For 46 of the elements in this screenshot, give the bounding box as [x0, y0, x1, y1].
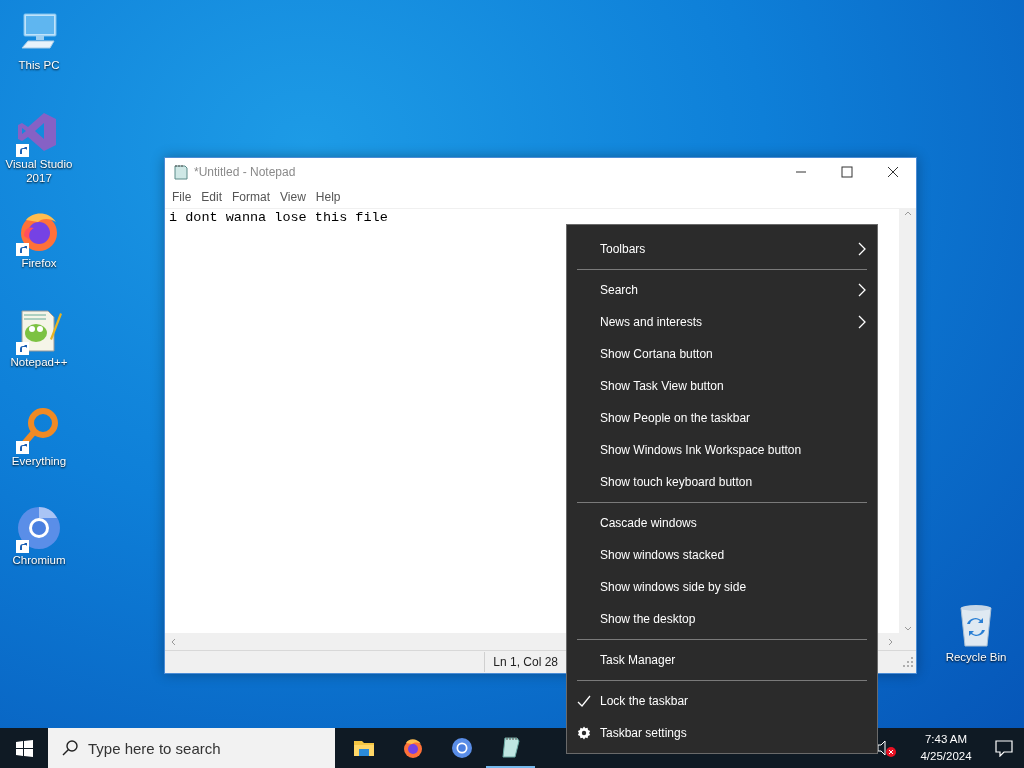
- chromium-ring-icon: [449, 736, 474, 760]
- desktop-icon-label[interactable]: Everything: [1, 454, 77, 468]
- search-field[interactable]: Type here to search: [48, 728, 335, 768]
- speaker-muted-icon[interactable]: [876, 738, 898, 758]
- menu-item[interactable]: Show Cortana button: [567, 338, 877, 370]
- menu-item[interactable]: View: [275, 190, 311, 204]
- close-icon[interactable]: [887, 166, 899, 178]
- menu-item[interactable]: Help: [310, 190, 346, 204]
- notification-icon[interactable]: [995, 739, 1013, 757]
- chevron-right-icon: [857, 242, 867, 256]
- notepad-icon: [173, 164, 189, 180]
- chevron-right-icon: [857, 283, 867, 297]
- windows-logo-icon[interactable]: [15, 739, 33, 757]
- menu-item[interactable]: Lock the taskbar: [567, 685, 877, 717]
- menu-item[interactable]: Show People on the taskbar: [567, 402, 877, 434]
- search-icon: [61, 739, 79, 757]
- menu-item[interactable]: Cascade windows: [567, 507, 877, 539]
- clock-date[interactable]: 4/25/2024: [920, 748, 972, 765]
- desktop-icon-label[interactable]: Notepad++: [1, 355, 77, 369]
- menu-item[interactable]: Show Task View button: [567, 370, 877, 402]
- menu-item[interactable]: Show touch keyboard button: [567, 466, 877, 498]
- menu-item[interactable]: Task Manager: [567, 644, 877, 676]
- menu-item[interactable]: Search: [567, 274, 877, 306]
- menu-item[interactable]: Show the desktop: [567, 603, 877, 635]
- menu-item[interactable]: File: [167, 190, 197, 204]
- window-title: *Untitled - Notepad: [194, 165, 297, 179]
- desktop-icon-label[interactable]: Chromium: [1, 553, 77, 567]
- menu-item[interactable]: Format: [227, 190, 276, 204]
- chevron-right-icon: [857, 315, 867, 329]
- clock-time[interactable]: 7:43 AM: [924, 731, 968, 748]
- desktop-icon-label[interactable]: Visual Studio 2017: [1, 157, 77, 185]
- menu-item[interactable]: Show Windows Ink Workspace button: [567, 434, 877, 466]
- menu-item[interactable]: Edit: [196, 190, 228, 204]
- menu-item[interactable]: Taskbar settings: [567, 717, 877, 749]
- maximize-icon[interactable]: [841, 166, 853, 178]
- menu-item[interactable]: Toolbars: [567, 233, 877, 265]
- desktop-icon-label[interactable]: Firefox: [1, 256, 77, 270]
- cursor-position: Ln 1, Col 28: [484, 652, 558, 672]
- resize-grip-icon[interactable]: [902, 656, 914, 668]
- desktop-icon-label[interactable]: Recycle Bin: [938, 650, 1014, 664]
- menu-item[interactable]: Show windows stacked: [567, 539, 877, 571]
- menu-item[interactable]: News and interests: [567, 306, 877, 338]
- desktop-icon-label[interactable]: This PC: [1, 58, 77, 72]
- settings-icon: [577, 726, 591, 740]
- document-text[interactable]: i dont wanna lose this file: [169, 210, 388, 225]
- menu-item[interactable]: Show windows side by side: [567, 571, 877, 603]
